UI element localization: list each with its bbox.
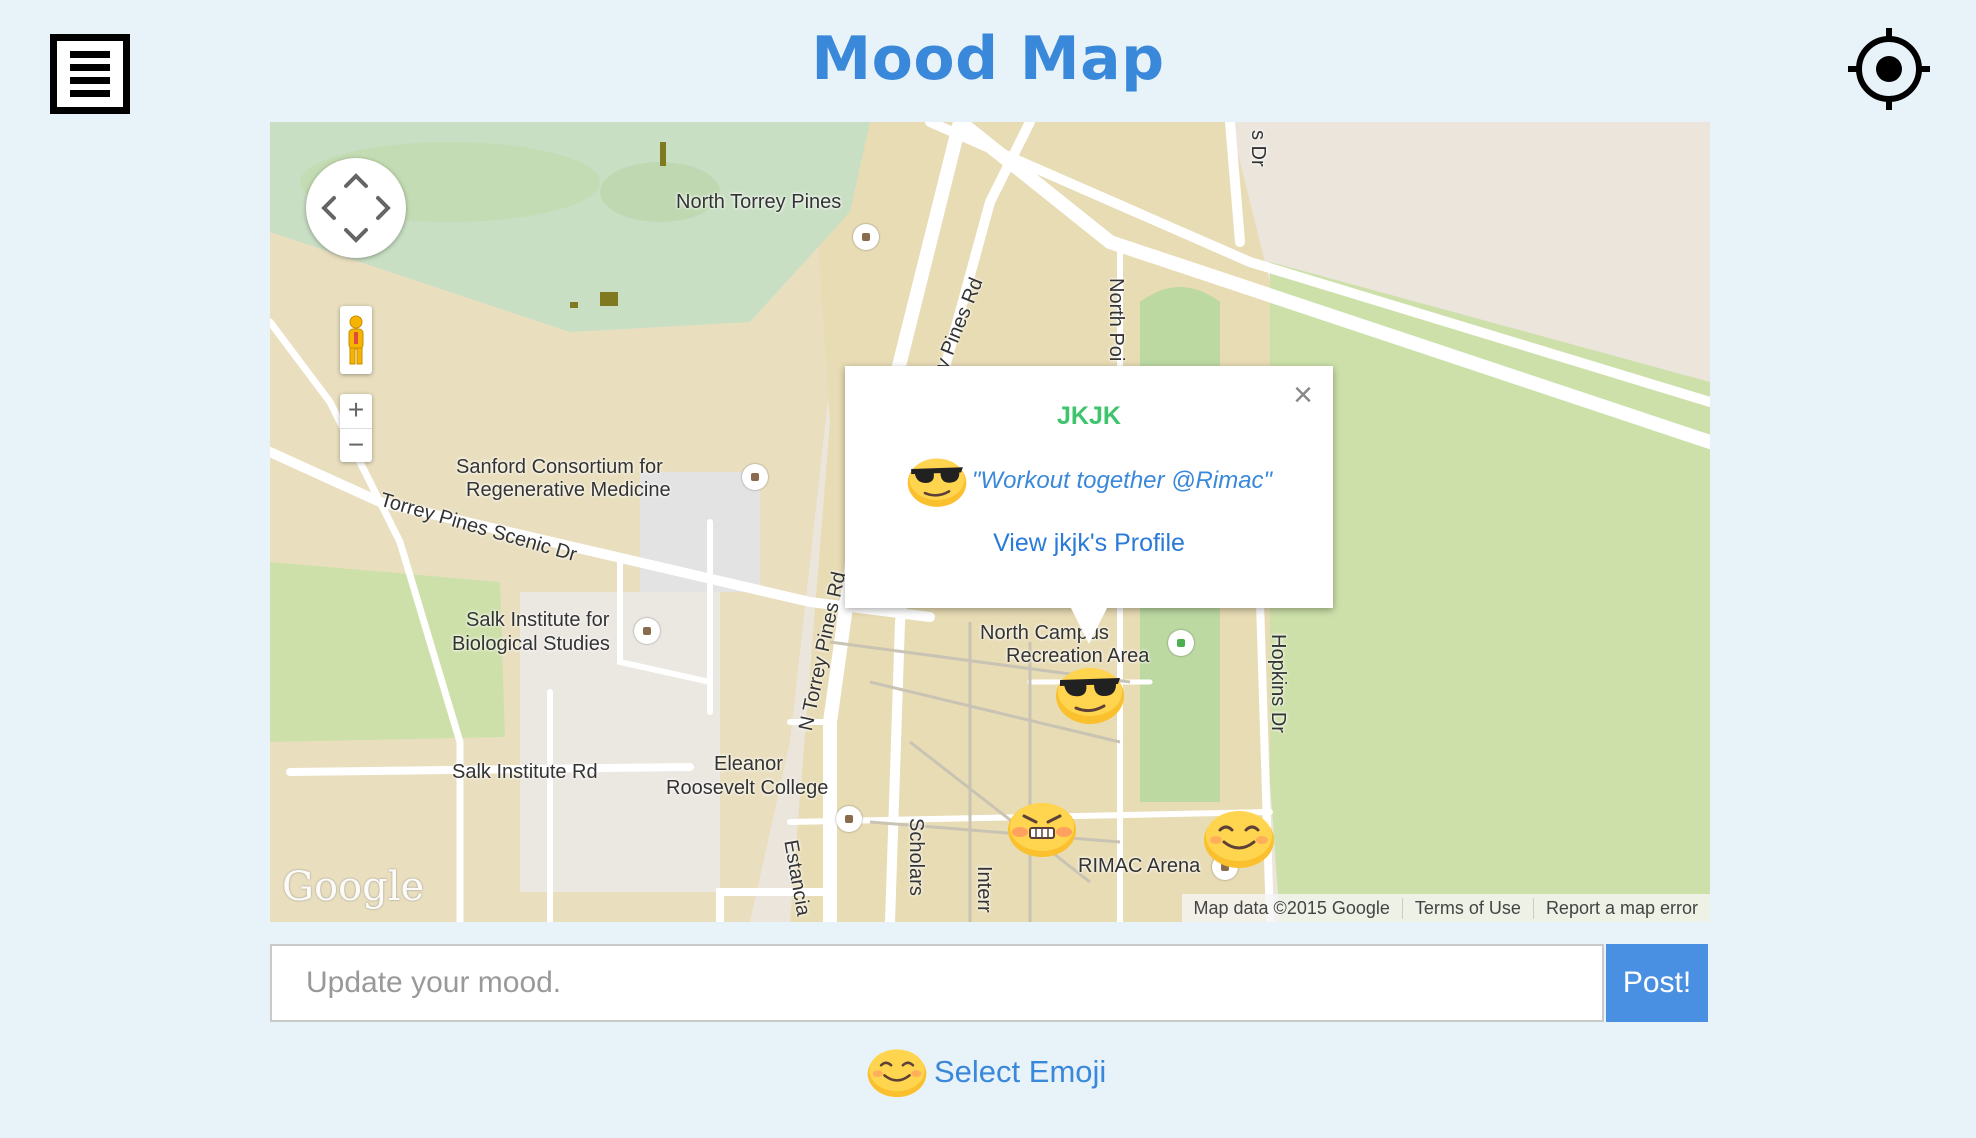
popup-mood-row: "Workout together @Rimac" [845,453,1333,509]
select-emoji-label: Select Emoji [934,1054,1107,1089]
zoom-out-button[interactable]: − [340,429,372,463]
pegman-icon [348,315,364,365]
report-map-error-link[interactable]: Report a map error [1532,897,1710,919]
smile-emoji-icon [1204,811,1274,868]
map-label: Biological Studies [452,633,610,655]
mood-marker-smile[interactable] [1202,806,1276,875]
map-label: Salk Institute Rd [452,761,598,783]
street-view-pegman[interactable] [340,306,372,374]
sunglasses-emoji-icon [1056,668,1124,724]
locate-button[interactable] [1848,28,1930,110]
map-data-credit: Map data ©2015 Google [1193,897,1390,918]
terms-of-use-link[interactable]: Terms of Use [1401,897,1533,919]
map-view[interactable]: North Torrey Pines y Pines Rd North Poi … [270,122,1710,922]
map-label: Salk Institute for [466,609,610,631]
select-emoji-button[interactable]: Select Emoji [866,1044,1106,1100]
mood-popup: × JKJK "Workout together @Rimac" View jk… [845,366,1333,644]
map-label: Scholars [905,818,927,896]
map-label: Regenerative Medicine [466,479,671,501]
mood-marker-sunglasses[interactable] [1054,662,1126,731]
mood-marker-angry[interactable] [1006,798,1078,863]
app-title: Mood Map [811,24,1165,94]
map-attribution: Map data ©2015 Google Terms of Use Repor… [1181,894,1710,922]
zoom-in-button[interactable]: + [340,394,372,429]
angry-emoji-icon [1008,803,1076,857]
map-label: Roosevelt College [666,777,829,799]
pan-control[interactable] [306,158,406,258]
popup-username: JKJK [1057,402,1121,430]
map-label: Sanford Consortium for [456,456,663,478]
map-label: North Torrey Pines [676,191,842,213]
map-label: Interr [973,866,995,913]
map-label: Eleanor [714,753,783,775]
map-label: s Dr [1247,130,1269,167]
sunglasses-emoji-icon [907,458,967,507]
map-label: North Poi [1105,278,1127,362]
school-poi-icon[interactable] [853,224,879,250]
map-label: RIMAC Arena [1078,855,1201,877]
school-poi-icon[interactable] [836,806,862,832]
view-profile-link[interactable]: View jkjk's Profile [845,529,1333,558]
close-popup-button[interactable]: × [1293,378,1313,412]
google-logo: Google [282,864,425,910]
poi-icon[interactable] [742,464,768,490]
smile-emoji-icon [867,1049,927,1098]
park-poi-icon[interactable] [1168,630,1194,656]
poi-icon[interactable] [634,618,660,644]
zoom-control: + − [340,394,372,462]
post-button[interactable]: Post! [1606,944,1708,1022]
crosshair-icon [1848,28,1930,110]
pan-arrows-icon [321,173,391,243]
popup-mood-text: "Workout together @Rimac" [971,467,1273,494]
mood-input[interactable] [270,944,1604,1022]
map-label: Hopkins Dr [1267,634,1289,733]
